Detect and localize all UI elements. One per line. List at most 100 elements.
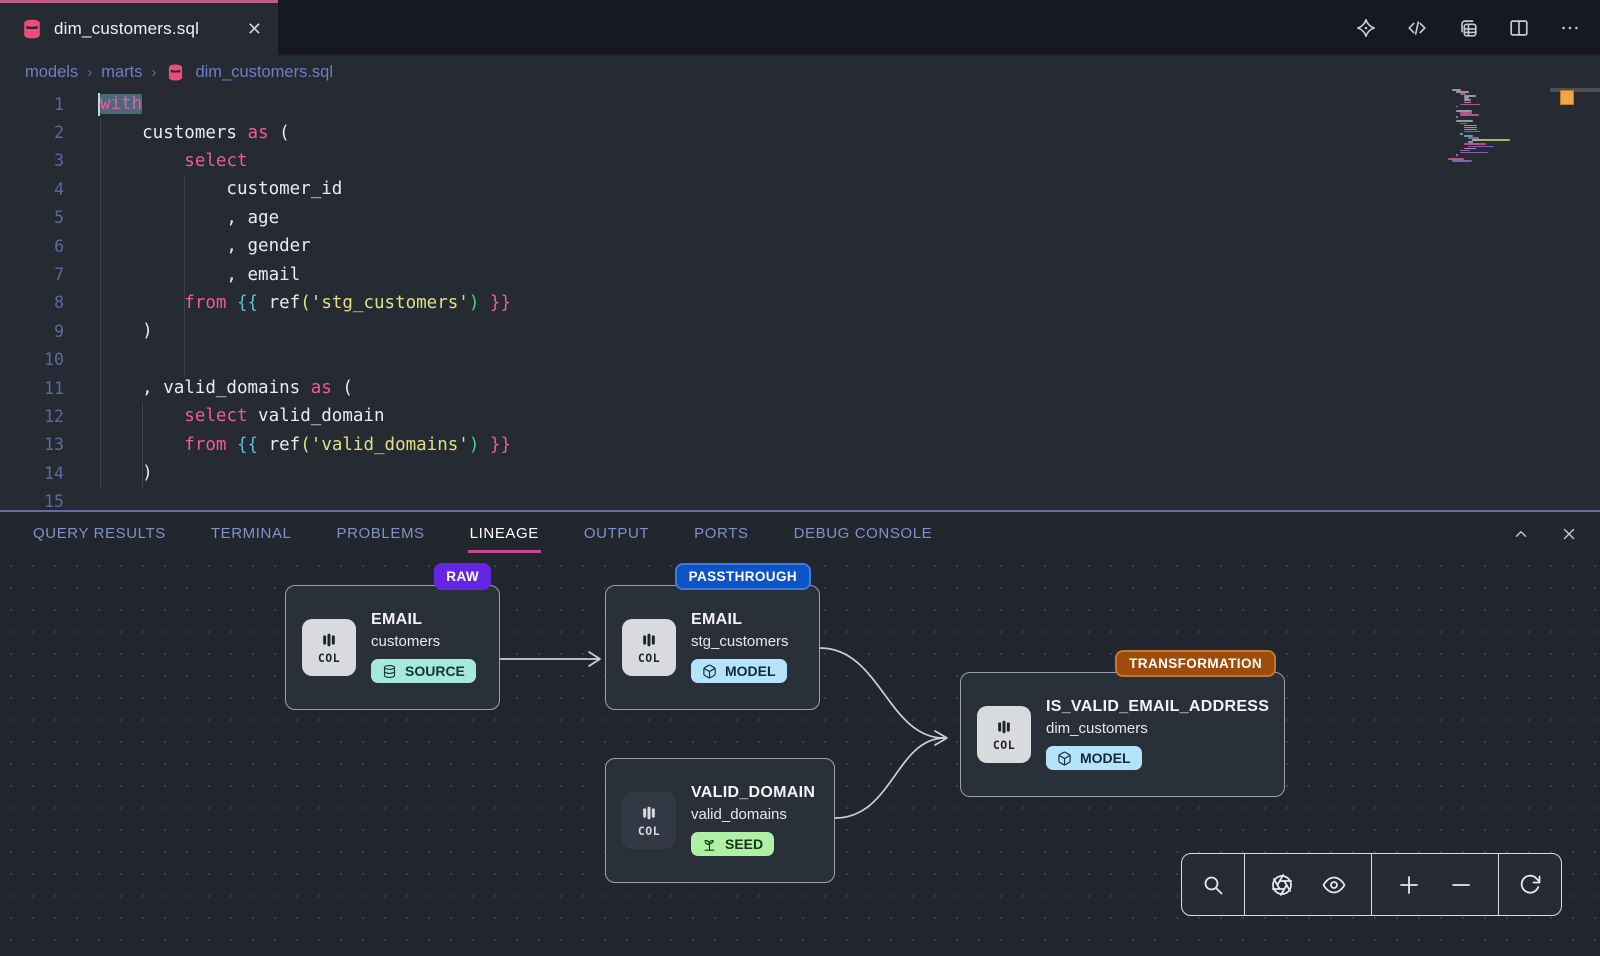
code-line[interactable]: 12 select valid_domain [0,402,1600,430]
code-icon[interactable] [1405,16,1429,40]
code-line[interactable]: 13 from {{ ref('valid_domains') }} [0,431,1600,459]
column-icon: COL [622,792,676,849]
tab-title: dim_customers.sql [54,19,199,39]
database-icon [167,64,184,81]
panel-tab-problems[interactable]: PROBLEMS [337,525,425,542]
line-text: customer_id [100,179,342,199]
minimap-line [1460,114,1479,116]
line-text: ) [100,463,153,483]
minimap[interactable] [1448,89,1532,162]
minimap-line [1472,139,1510,141]
panel-tab-query-results[interactable]: QUERY RESULTS [33,525,166,542]
category-badge-raw: RAW [434,563,491,590]
line-text: , valid_domains as ( [100,378,353,398]
minimap-line [1460,133,1463,135]
zoom-out-icon[interactable] [1446,870,1476,900]
line-number: 15 [0,492,64,510]
node-body: IS_VALID_EMAIL_ADDRESSdim_customersMODEL [1046,698,1269,771]
minimap-line [1464,143,1486,145]
col-label: COL [638,824,660,838]
line-number: 1 [0,95,64,114]
code-line[interactable]: 1with [0,90,1600,118]
minimap-line [1464,102,1471,104]
node-subtitle: stg_customers [691,633,789,650]
bottom-panel-header: QUERY RESULTS TERMINAL PROBLEMS LINEAGE OUTP… [0,510,1600,555]
chevron-up-icon[interactable] [1512,525,1530,543]
code-line[interactable]: 4 customer_id [0,175,1600,203]
tab-close-icon[interactable]: ✕ [247,20,262,38]
node-subtitle: valid_domains [691,806,815,823]
minimap-line [1464,99,1471,101]
indent-guide [142,402,143,487]
line-number: 9 [0,322,64,341]
type-badge-model: MODEL [1046,746,1142,770]
column-icon: COL [622,619,676,676]
indent-guide [100,118,101,488]
more-icon[interactable] [1558,16,1582,40]
minimap-line [1456,116,1458,118]
line-text: , email [100,265,300,285]
lineage-node-customers[interactable]: COLEMAILcustomersSOURCE [285,585,500,710]
eye-icon[interactable] [1319,870,1349,900]
line-text: ) [100,321,153,341]
node-title: EMAIL [371,611,476,629]
code-line[interactable]: 10 [0,346,1600,374]
dbt-icon[interactable] [1354,16,1378,40]
code-line[interactable]: 8 from {{ ref('stg_customers') }} [0,289,1600,317]
zoom-in-icon[interactable] [1394,870,1424,900]
minimap-line [1452,160,1472,162]
breadcrumb-item-models[interactable]: models [25,63,78,82]
editor-actions [1354,0,1582,55]
tab-dim-customers[interactable]: dim_customers.sql ✕ [0,0,278,55]
minimap-line [1456,106,1458,108]
code-editor[interactable]: 1with2 customers as (3 select4 customer_… [0,90,1600,510]
panel-tab-lineage[interactable]: LINEAGE [470,525,539,542]
code-line[interactable]: 5 , age [0,204,1600,232]
line-number: 11 [0,379,64,398]
panel-tab-output[interactable]: OUTPUT [584,525,649,542]
node-body: EMAILcustomersSOURCE [371,611,476,684]
line-number: 4 [0,180,64,199]
line-text: select [100,151,248,171]
panel-tab-ports[interactable]: PORTS [694,525,748,542]
line-number: 14 [0,464,64,483]
panel-tab-debug-console[interactable]: DEBUG CONSOLE [794,525,933,542]
node-title: VALID_DOMAIN [691,784,815,802]
line-text: , age [100,208,279,228]
panel-tab-terminal[interactable]: TERMINAL [211,525,292,542]
overview-ruler-marker [1560,90,1574,105]
split-editor-icon[interactable] [1507,16,1531,40]
code-line[interactable]: 6 , gender [0,232,1600,260]
code-line[interactable]: 7 , email [0,260,1600,288]
close-icon[interactable] [1560,525,1578,543]
breadcrumb-item-marts[interactable]: marts [101,63,142,82]
refresh-icon[interactable] [1515,870,1545,900]
breadcrumb-separator: › [87,64,92,81]
overview-ruler [1550,88,1600,92]
line-text: customers as ( [100,123,290,143]
line-number: 7 [0,265,64,284]
indent-guide [184,175,185,378]
lineage-canvas[interactable]: COLEMAILcustomersSOURCERAWCOLEMAILstg_cu… [0,555,1600,956]
lineage-node-valid_domains[interactable]: COLVALID_DOMAINvalid_domainsSEED [605,758,835,883]
lineage-node-dim_customers[interactable]: COLIS_VALID_EMAIL_ADDRESSdim_customersMO… [960,672,1285,797]
lineage-node-stg_customers[interactable]: COLEMAILstg_customersMODEL [605,585,820,710]
code-line[interactable]: 15 [0,487,1600,510]
code-line[interactable]: 9 ) [0,317,1600,345]
line-number: 5 [0,208,64,227]
code-line[interactable]: 11 , valid_domains as ( [0,374,1600,402]
code-line[interactable]: 3 select [0,147,1600,175]
code-line[interactable]: 2 customers as ( [0,118,1600,146]
line-number: 6 [0,237,64,256]
node-subtitle: customers [371,633,476,650]
panel-actions [1512,525,1578,543]
line-number: 13 [0,435,64,454]
search-icon[interactable] [1198,870,1228,900]
copy-table-icon[interactable] [1456,16,1480,40]
aperture-icon[interactable] [1267,870,1297,900]
line-number: 2 [0,123,64,142]
line-number: 3 [0,151,64,170]
node-subtitle: dim_customers [1046,720,1269,737]
code-line[interactable]: 14 ) [0,459,1600,487]
breadcrumb-item-file[interactable]: dim_customers.sql [195,63,333,82]
